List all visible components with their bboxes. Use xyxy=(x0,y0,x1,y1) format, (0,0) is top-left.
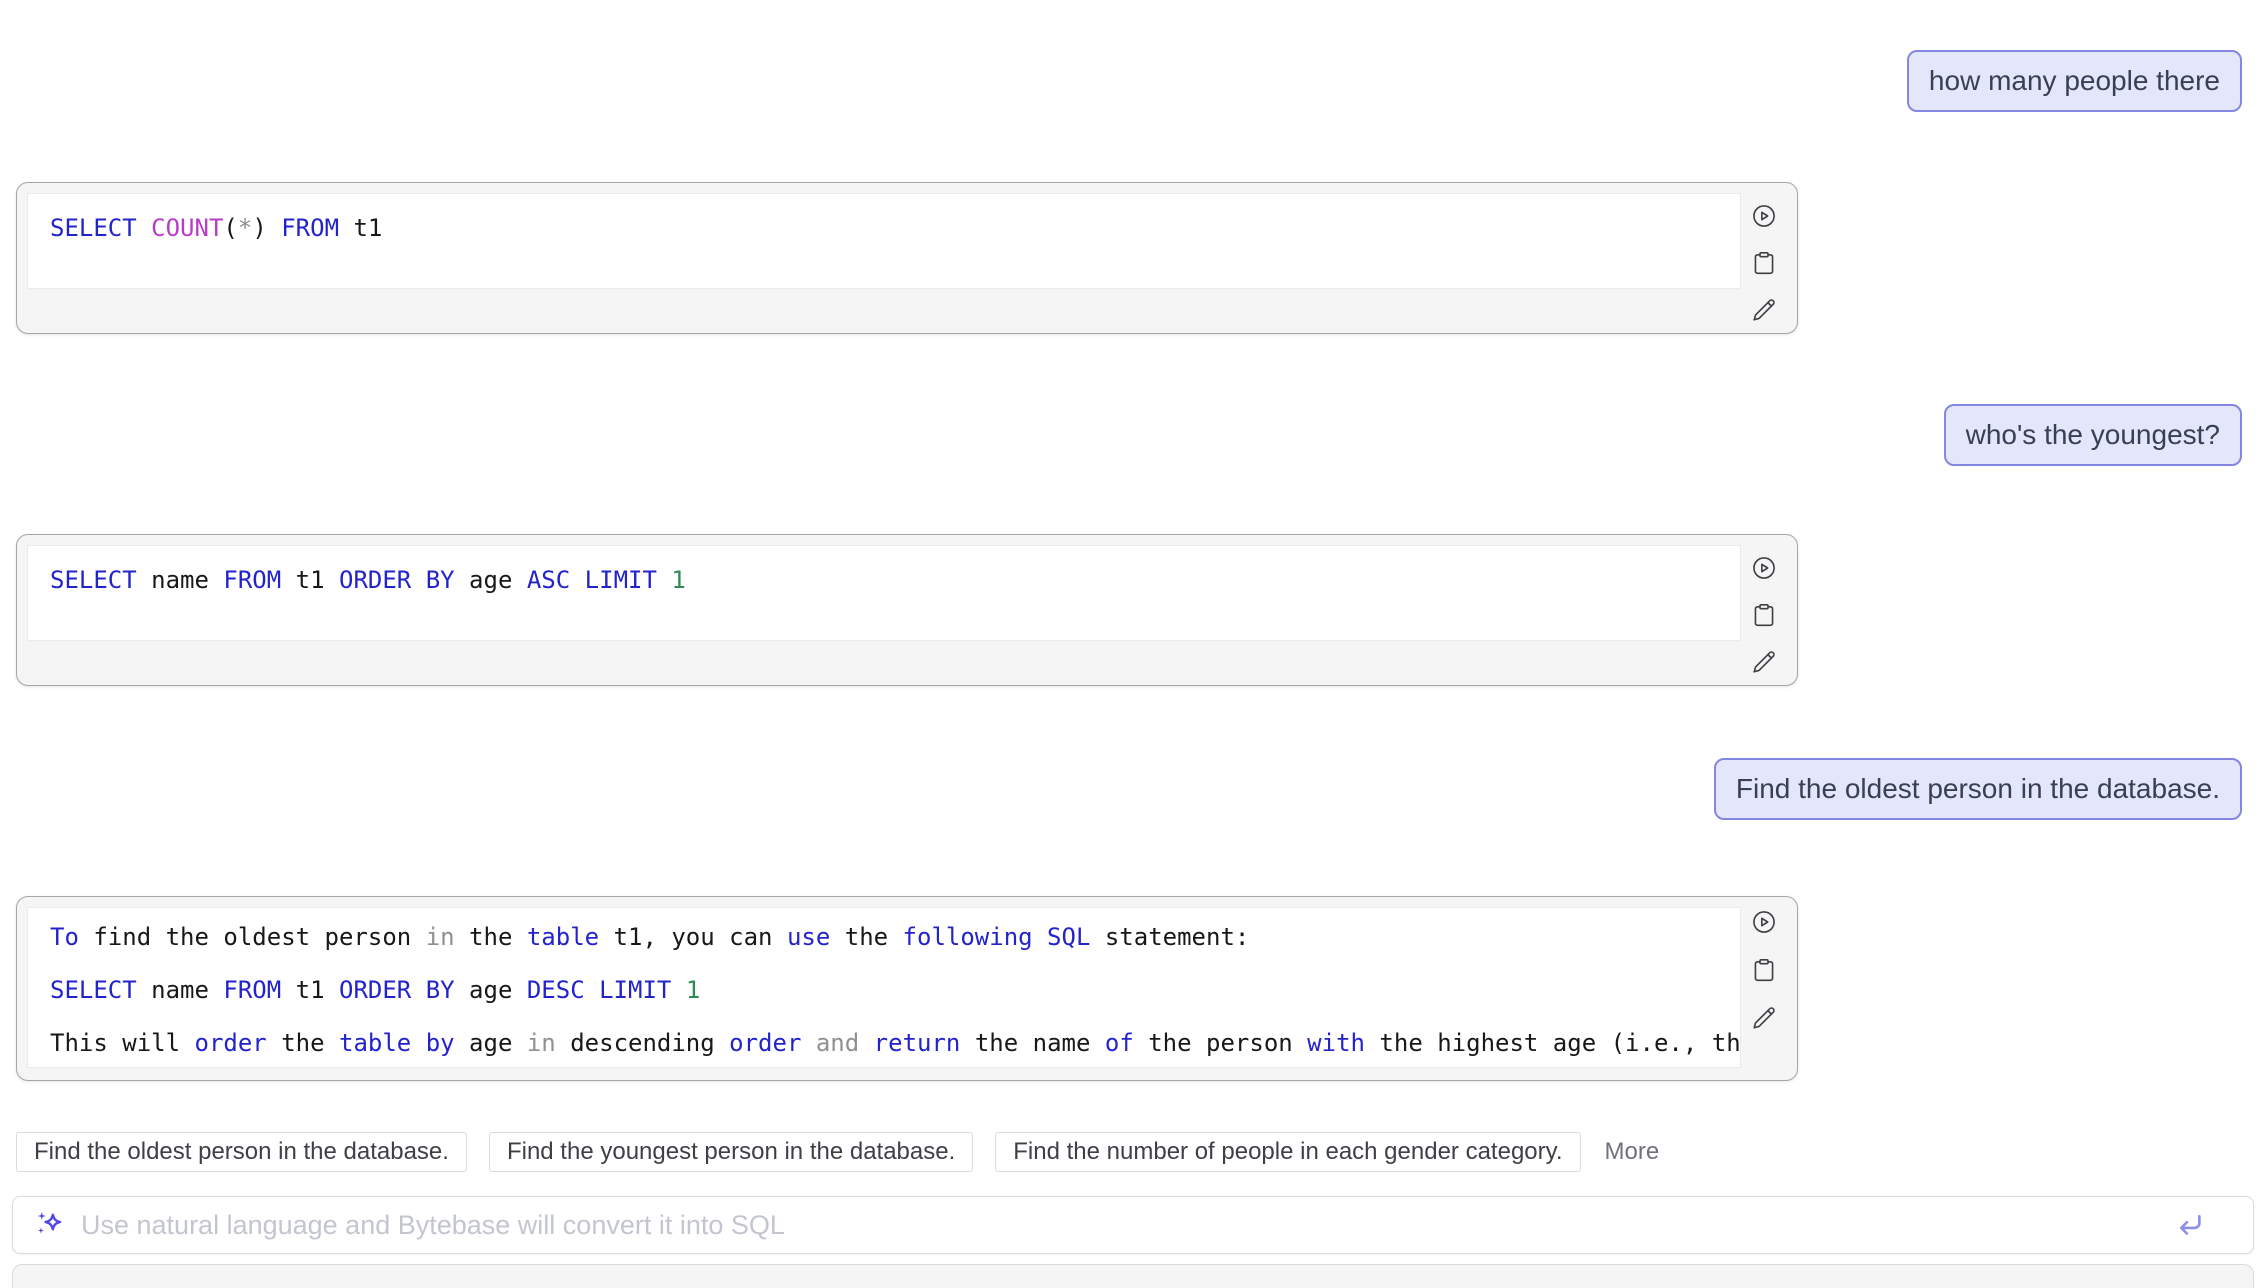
pencil-icon xyxy=(1751,297,1777,323)
bytebase-sql-chat: { "colors": { "keyword": "#2323cc", "bui… xyxy=(0,0,2266,1274)
enter-submit-icon[interactable] xyxy=(2175,1210,2205,1240)
more-suggestions-button[interactable]: More xyxy=(1605,1138,1660,1166)
suggestion-chip[interactable]: Find the youngest person in the database… xyxy=(489,1132,973,1172)
user-message-bubble: Find the oldest person in the database. xyxy=(1714,758,2242,820)
run-query-button[interactable] xyxy=(1751,909,1777,935)
nl-query-input[interactable] xyxy=(79,1209,2157,1242)
suggestion-row: Find the oldest person in the database. … xyxy=(16,1132,1659,1172)
clipboard-icon xyxy=(1751,957,1777,983)
run-query-button[interactable] xyxy=(1751,555,1777,581)
edit-sql-button[interactable] xyxy=(1751,649,1777,675)
clipboard-icon xyxy=(1751,250,1777,276)
run-query-button[interactable] xyxy=(1751,203,1777,229)
code-line: SELECT name FROM t1 ORDER BY age ASC LIM… xyxy=(28,546,1740,607)
sql-card-actions xyxy=(1741,555,1787,675)
code-line: To find the oldest person in the table t… xyxy=(28,908,1740,964)
play-circle-icon xyxy=(1751,555,1777,581)
suggestion-chip[interactable]: Find the number of people in each gender… xyxy=(995,1132,1580,1172)
pencil-icon xyxy=(1751,649,1777,675)
user-message-bubble: how many people there xyxy=(1907,50,2242,112)
code-line: SELECT name FROM t1 ORDER BY age DESC LI… xyxy=(28,964,1740,1017)
code-line: SELECT COUNT(*) FROM t1 xyxy=(28,194,1740,255)
sql-response-card: To find the oldest person in the table t… xyxy=(16,896,1798,1081)
sql-editor[interactable]: SELECT name FROM t1 ORDER BY age ASC LIM… xyxy=(27,545,1741,641)
sql-editor[interactable]: To find the oldest person in the table t… xyxy=(27,907,1741,1068)
user-message-bubble: who's the youngest? xyxy=(1944,404,2242,466)
pencil-icon xyxy=(1751,1005,1777,1031)
code-line: This will order the table by age in desc… xyxy=(28,1017,1740,1068)
play-circle-icon xyxy=(1751,203,1777,229)
edit-sql-button[interactable] xyxy=(1751,1005,1777,1031)
sql-response-card: SELECT name FROM t1 ORDER BY age ASC LIM… xyxy=(16,534,1798,686)
clipboard-icon xyxy=(1751,602,1777,628)
sql-response-card: SELECT COUNT(*) FROM t1 xyxy=(16,182,1798,334)
copy-sql-button[interactable] xyxy=(1751,957,1777,983)
play-circle-icon xyxy=(1751,909,1777,935)
suggestion-chip[interactable]: Find the oldest person in the database. xyxy=(16,1132,467,1172)
sql-editor[interactable]: SELECT COUNT(*) FROM t1 xyxy=(27,193,1741,289)
edit-sql-button[interactable] xyxy=(1751,297,1777,323)
ai-sparkles-icon xyxy=(33,1208,67,1242)
nl-composer xyxy=(12,1196,2254,1254)
copy-sql-button[interactable] xyxy=(1751,250,1777,276)
copy-sql-button[interactable] xyxy=(1751,602,1777,628)
sql-card-actions xyxy=(1741,203,1787,323)
bottom-panel-edge xyxy=(12,1264,2254,1288)
sql-card-actions xyxy=(1741,909,1787,1031)
